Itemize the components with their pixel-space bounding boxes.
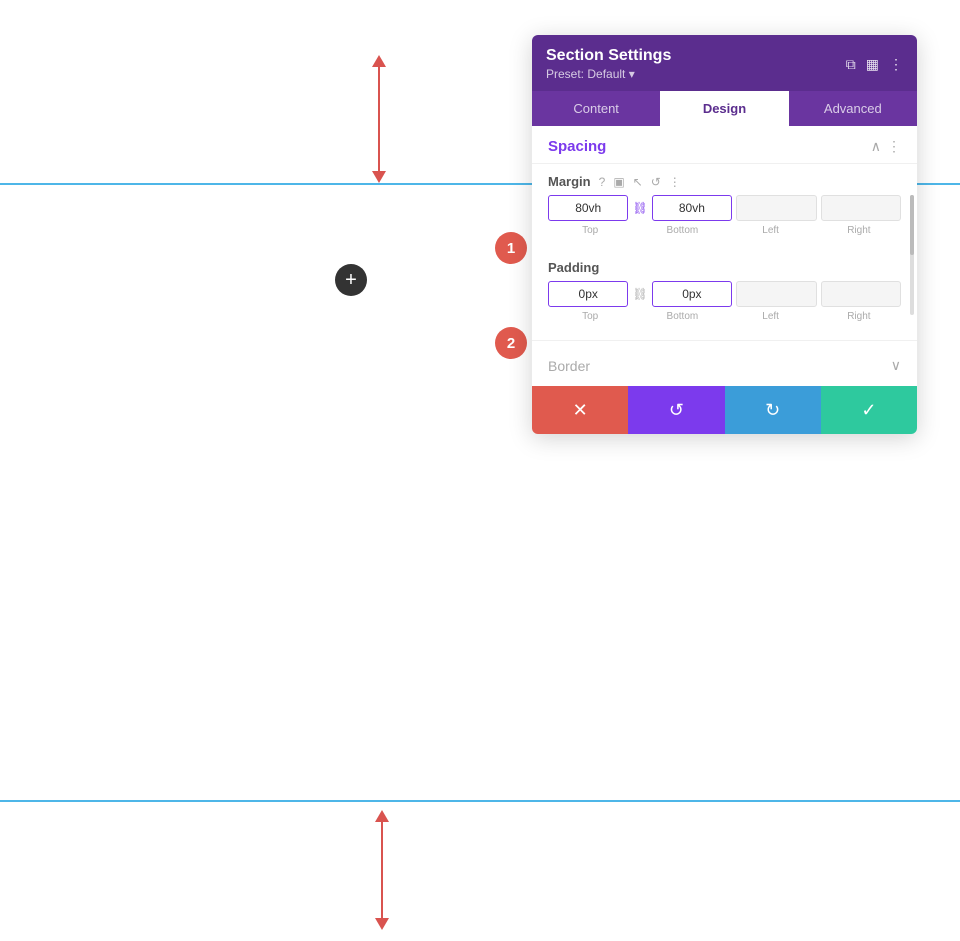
padding-link-icon[interactable]: ⛓	[632, 287, 647, 301]
padding-label-row: Padding	[548, 260, 901, 275]
padding-right-input[interactable]	[821, 281, 901, 307]
bottom-resize-arrow[interactable]	[375, 810, 389, 930]
border-chevron-icon[interactable]: ∨	[891, 357, 901, 374]
spacing-title: Spacing	[548, 138, 606, 155]
cancel-button[interactable]: ✕	[532, 386, 628, 434]
step-badge-1: 1	[495, 232, 527, 264]
padding-inputs: ⛓	[548, 281, 901, 307]
padding-bottom-input[interactable]	[652, 281, 732, 307]
margin-more-icon[interactable]: ⋮	[669, 175, 681, 189]
margin-label-row: Margin ? ▣ ↖ ↺ ⋮	[548, 174, 901, 189]
section-more-icon[interactable]: ⋮	[887, 138, 901, 155]
padding-bottom-label: Bottom	[640, 311, 724, 322]
undo-icon: ↺	[669, 400, 684, 421]
margin-bottom-input[interactable]	[652, 195, 732, 221]
collapse-icon[interactable]: ∧	[871, 138, 881, 155]
margin-link-icon[interactable]: ⛓	[632, 201, 647, 215]
padding-right-label: Right	[817, 311, 901, 322]
margin-left-label: Left	[729, 225, 813, 236]
margin-right-input[interactable]	[821, 195, 901, 221]
padding-left-label: Left	[729, 311, 813, 322]
panel-title: Section Settings	[546, 47, 671, 65]
more-options-icon[interactable]: ⋮	[889, 56, 903, 73]
arrow-head-up-icon-2	[375, 810, 389, 822]
save-button[interactable]: ✓	[821, 386, 917, 434]
spacing-section-header: Spacing ∧ ⋮	[532, 126, 917, 164]
margin-cursor-icon[interactable]: ↖	[633, 175, 643, 189]
padding-block: Padding ⛓ Top Bottom Left Right	[532, 250, 917, 336]
margin-block: Margin ? ▣ ↖ ↺ ⋮ ⛓ Top Bottom Left Right	[532, 164, 917, 250]
blue-line-bottom	[0, 800, 960, 802]
margin-top-label: Top	[548, 225, 632, 236]
arrow-line-bottom	[381, 822, 383, 918]
cancel-icon: ✕	[573, 400, 588, 421]
margin-reset-icon[interactable]: ↺	[651, 175, 661, 189]
redo-icon: ↻	[765, 400, 780, 421]
undo-button[interactable]: ↺	[628, 386, 724, 434]
arrow-head-down-icon	[372, 171, 386, 183]
section-header-right: ∧ ⋮	[871, 138, 901, 155]
panel-header: Section Settings Preset: Default ▾ ⧉ ▦ ⋮	[532, 35, 917, 91]
panel-footer: ✕ ↺ ↻ ✓	[532, 386, 917, 434]
margin-device-icon[interactable]: ▣	[613, 175, 624, 189]
copy-icon[interactable]: ⧉	[846, 56, 856, 73]
margin-bottom-label: Bottom	[640, 225, 724, 236]
step-badge-2: 2	[495, 327, 527, 359]
save-icon: ✓	[861, 400, 876, 421]
tab-design[interactable]: Design	[660, 91, 788, 126]
margin-left-input[interactable]	[736, 195, 816, 221]
columns-icon[interactable]: ▦	[866, 56, 879, 73]
panel-title-area: Section Settings Preset: Default ▾	[546, 47, 671, 81]
padding-top-input[interactable]	[548, 281, 628, 307]
padding-col-labels: Top Bottom Left Right	[548, 311, 901, 322]
tab-advanced[interactable]: Advanced	[789, 91, 917, 126]
panel-scrollbar[interactable]	[910, 195, 914, 315]
border-label: Border	[548, 358, 590, 374]
redo-button[interactable]: ↻	[725, 386, 821, 434]
padding-left-input[interactable]	[736, 281, 816, 307]
panel-header-icons: ⧉ ▦ ⋮	[846, 56, 903, 73]
margin-inputs: ⛓	[548, 195, 901, 221]
padding-label: Padding	[548, 260, 599, 275]
panel-body: Spacing ∧ ⋮ Margin ? ▣ ↖ ↺ ⋮ ⛓	[532, 126, 917, 386]
section-settings-panel: Section Settings Preset: Default ▾ ⧉ ▦ ⋮…	[532, 35, 917, 434]
tab-content[interactable]: Content	[532, 91, 660, 126]
margin-col-labels: Top Bottom Left Right	[548, 225, 901, 236]
margin-right-label: Right	[817, 225, 901, 236]
margin-label: Margin	[548, 174, 591, 189]
margin-help-icon[interactable]: ?	[599, 175, 606, 189]
panel-scrollbar-thumb[interactable]	[910, 195, 914, 255]
arrow-head-up-icon	[372, 55, 386, 67]
top-resize-arrow[interactable]	[372, 55, 386, 183]
padding-top-label: Top	[548, 311, 632, 322]
add-section-button[interactable]: +	[335, 264, 367, 296]
panel-divider	[532, 340, 917, 341]
border-section[interactable]: Border ∨	[532, 345, 917, 386]
arrow-head-down-icon-2	[375, 918, 389, 930]
panel-tabs: Content Design Advanced	[532, 91, 917, 126]
arrow-line-top	[378, 67, 380, 171]
margin-top-input[interactable]	[548, 195, 628, 221]
panel-preset[interactable]: Preset: Default ▾	[546, 67, 671, 81]
